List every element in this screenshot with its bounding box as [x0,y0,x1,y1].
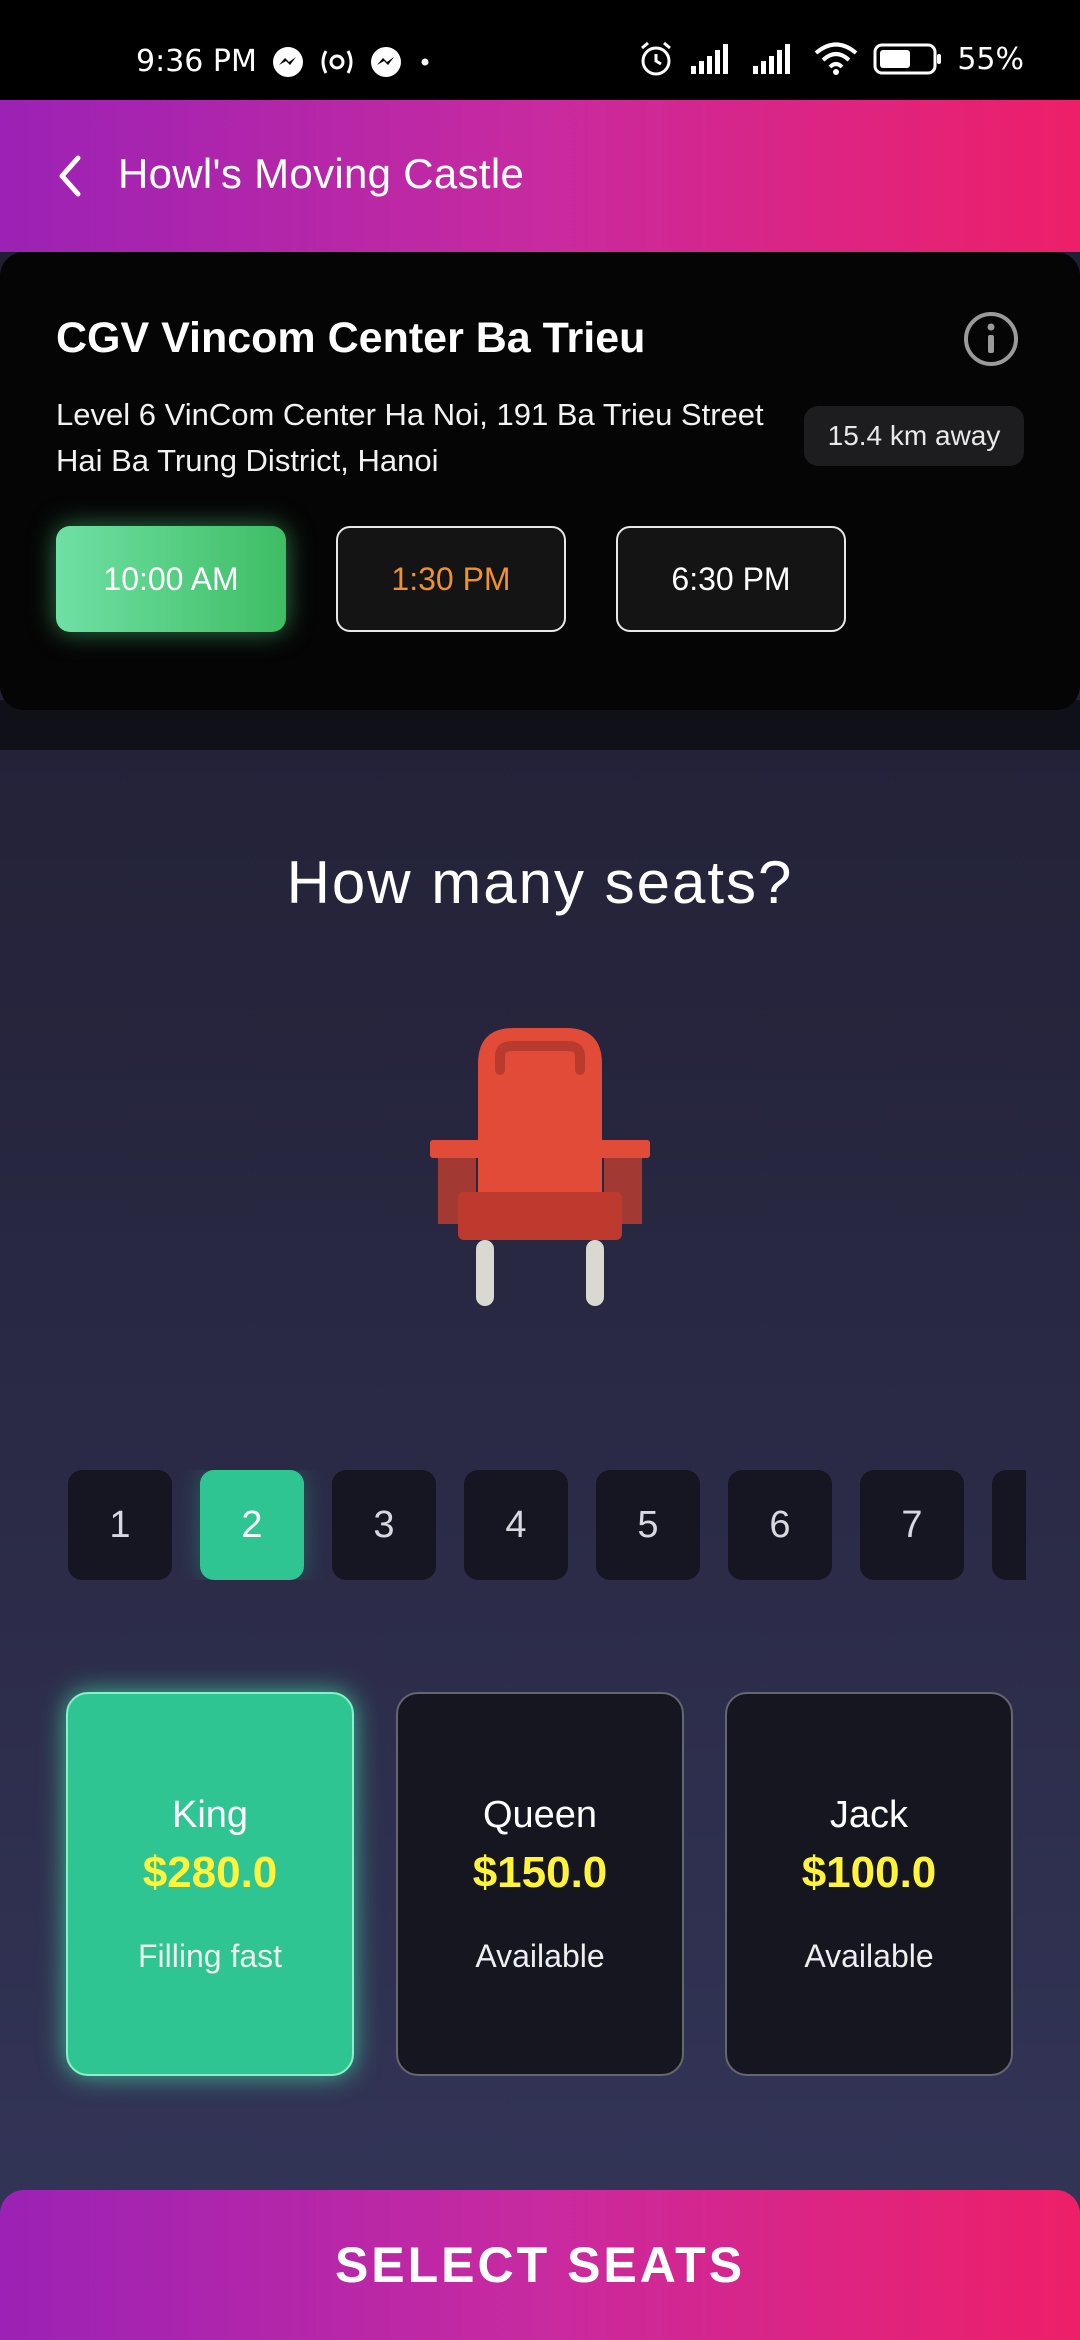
chevron-left-icon [59,155,81,197]
seat-class-status: Filling fast [137,1938,283,1974]
hotspot-icon [319,47,355,77]
seat-class-price: $150.0 [472,1848,608,1897]
battery-icon [873,42,943,76]
showtime-button-3[interactable]: 6:30 PM [616,526,846,632]
cinema-address: Level 6 VinCom Center Ha Noi, 191 Ba Tri… [56,397,764,478]
seat-class-price: $100.0 [801,1848,937,1897]
info-button[interactable] [962,310,1020,368]
messenger-icon-2 [369,45,403,79]
battery-percent: 55% [957,41,1024,77]
seat-class-name: King [171,1794,249,1836]
showtime-button-1[interactable]: 10:00 AM [56,526,286,632]
seat-class-price: $280.0 [142,1848,278,1897]
app-bar: Howl's Moving Castle [0,100,1080,252]
signal-icon-2 [751,44,799,74]
seat-count-selector[interactable]: 1 2 3 4 5 6 7 8 [68,1470,1026,1580]
seat-count-7[interactable]: 7 [860,1470,964,1580]
info-icon [964,312,1018,366]
seat-count-8[interactable]: 8 [992,1470,1026,1580]
dot-icon [417,54,433,70]
seat-count-1[interactable]: 1 [68,1470,172,1580]
seat-illustration [430,1028,650,1306]
seat-count-2[interactable]: 2 [200,1470,304,1580]
seats-question: How many seats? [286,849,794,916]
seat-count-5[interactable]: 5 [596,1470,700,1580]
status-time: 9:36 PM [136,44,257,79]
status-left: 9:36 PM [136,44,433,79]
seat-class-card-queen[interactable]: Queen $150.0 Available [396,1692,684,2076]
seat-count-3[interactable]: 3 [332,1470,436,1580]
status-right: 55% [637,40,1024,78]
seat-count-4[interactable]: 4 [464,1470,568,1580]
seat-count-6[interactable]: 6 [728,1470,832,1580]
distance-badge: 15.4 km away [804,406,1024,466]
select-seats-button[interactable]: SELECT SEATS [0,2190,1080,2340]
wifi-icon [813,42,859,76]
seat-class-status: Available [804,1938,934,1974]
seat-class-name: Queen [482,1794,598,1836]
alarm-icon [637,40,675,78]
signal-icon [689,44,737,74]
seat-class-name: Jack [829,1794,909,1836]
status-bar: 9:36 PM 55% [0,0,1080,100]
seat-class-status: Available [475,1938,605,1974]
messenger-icon [271,45,305,79]
showtime-button-2[interactable]: 1:30 PM [336,526,566,632]
seat-class-card-king[interactable]: King $280.0 Filling fast [66,1692,354,2076]
seat-class-card-jack[interactable]: Jack $100.0 Available [725,1692,1013,2076]
cinema-card: CGV Vincom Center Ba Trieu Level 6 VinCo… [0,252,1080,710]
cinema-name: CGV Vincom Center Ba Trieu [56,314,646,362]
page-title: Howl's Moving Castle [118,150,525,197]
back-button[interactable] [48,150,92,202]
